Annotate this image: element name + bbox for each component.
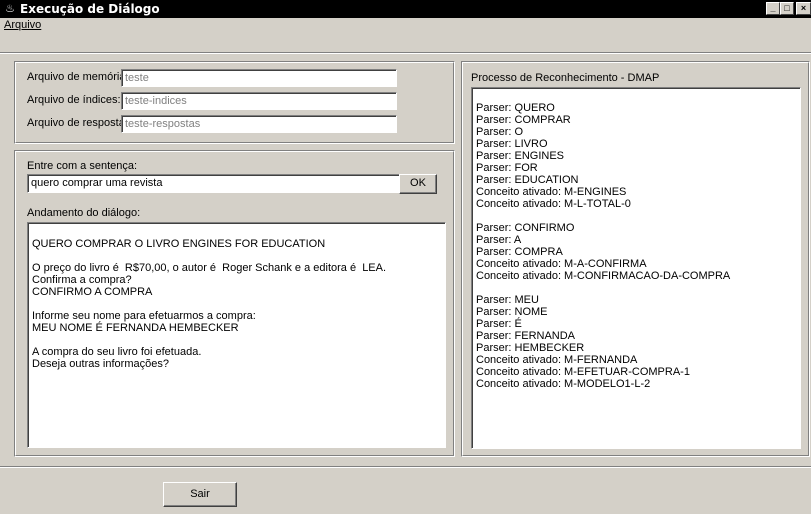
memory-file-label: Arquivo de memória:	[27, 71, 129, 83]
process-textarea[interactable]: Parser: QUERO Parser: COMPRAR Parser: O Par…	[471, 87, 801, 449]
dialog-line: O preço do livro é R$70,00, o autor é Ro…	[32, 262, 387, 274]
menu-arquivo-label: Arquivo	[4, 19, 42, 31]
java-cup-icon: ♨	[5, 3, 15, 15]
process-line: Conceito ativado: M-A-CONFIRMA	[476, 258, 647, 270]
close-button[interactable]: ×	[796, 2, 811, 15]
index-file-label: Arquivo de índices:	[27, 94, 121, 106]
process-line	[476, 282, 796, 294]
dialog-line	[32, 298, 441, 310]
menu-arquivo[interactable]: Arquivo	[4, 19, 41, 31]
dialog-line: QUERO COMPRAR O LIVRO ENGINES FOR EDUCAT…	[32, 238, 326, 250]
index-file-field[interactable]: teste-indices	[121, 92, 397, 110]
process-line: Conceito ativado: M-MODELO1-L-2	[476, 378, 651, 390]
process-line: Parser: EDUCATION	[476, 174, 579, 186]
sentence-label: Entre com a sentença:	[27, 160, 138, 172]
sentence-input[interactable]: quero comprar uma revista	[27, 174, 401, 193]
footer-separator	[0, 466, 811, 468]
process-line: Parser: FOR	[476, 162, 538, 174]
process-line: Parser: CONFIRMO	[476, 222, 575, 234]
dialog-textarea[interactable]: QUERO COMPRAR O LIVRO ENGINES FOR EDUCAT…	[27, 222, 446, 448]
process-line: Conceito ativado: M-L-TOTAL-0	[476, 198, 631, 210]
maximize-button[interactable]: □	[780, 2, 794, 15]
ok-button[interactable]: OK	[399, 174, 437, 194]
menu-bar: Arquivo	[0, 18, 811, 35]
process-line: Conceito ativado: M-ENGINES	[476, 186, 627, 198]
process-line: Parser: COMPRA	[476, 246, 563, 258]
dialog-progress-label: Andamento do diálogo:	[27, 207, 141, 219]
dialog-panel: Entre com a sentença: quero comprar uma …	[14, 150, 455, 457]
dialog-line: CONFIRMO A COMPRA	[32, 286, 153, 298]
response-file-label: Arquivo de respostas:	[27, 117, 134, 129]
files-panel: Arquivo de memória: teste Arquivo de índ…	[14, 61, 455, 144]
process-line: Parser: NOME	[476, 306, 548, 318]
process-line: Parser: HEMBECKER	[476, 342, 585, 354]
process-line: Parser: COMPRAR	[476, 114, 571, 126]
process-line: Parser: FERNANDA	[476, 330, 576, 342]
process-label: Processo de Reconhecimento - DMAP	[471, 72, 660, 84]
process-line: Parser: É	[476, 318, 522, 330]
process-line: Conceito ativado: M-CONFIRMACAO-DA-COMPR…	[476, 270, 731, 282]
response-file-field[interactable]: teste-respostas	[121, 115, 397, 133]
process-line: Parser: LIVRO	[476, 138, 548, 150]
dialog-line: Informe seu nome para efetuarmos a compr…	[32, 310, 256, 322]
dialog-line	[32, 334, 441, 346]
process-line: Parser: MEU	[476, 294, 539, 306]
dialog-line: A compra do seu livro foi efetuada.	[32, 346, 202, 358]
dialog-line: Deseja outras informações?	[32, 358, 169, 370]
memory-file-field[interactable]: teste	[121, 69, 397, 87]
title-bar: ♨ Execução de Diálogo _ □ ×	[0, 0, 811, 18]
process-line: Conceito ativado: M-EFETUAR-COMPRA-1	[476, 366, 690, 378]
menu-separator	[0, 52, 811, 54]
process-panel: Processo de Reconhecimento - DMAP Parser…	[461, 61, 810, 457]
process-line: Parser: QUERO	[476, 102, 555, 114]
dialog-line: Confirma a compra?	[32, 274, 132, 286]
window-title: Execução de Diálogo	[20, 2, 160, 16]
process-line	[476, 210, 796, 222]
process-line: Parser: A	[476, 234, 522, 246]
process-line: Parser: O	[476, 126, 524, 138]
minimize-button[interactable]: _	[766, 2, 780, 15]
dialog-line	[32, 250, 441, 262]
process-line: Parser: ENGINES	[476, 150, 565, 162]
process-line: Conceito ativado: M-FERNANDA	[476, 354, 638, 366]
dialog-line: MEU NOME É FERNANDA HEMBECKER	[32, 322, 239, 334]
exit-button[interactable]: Sair	[163, 482, 237, 507]
